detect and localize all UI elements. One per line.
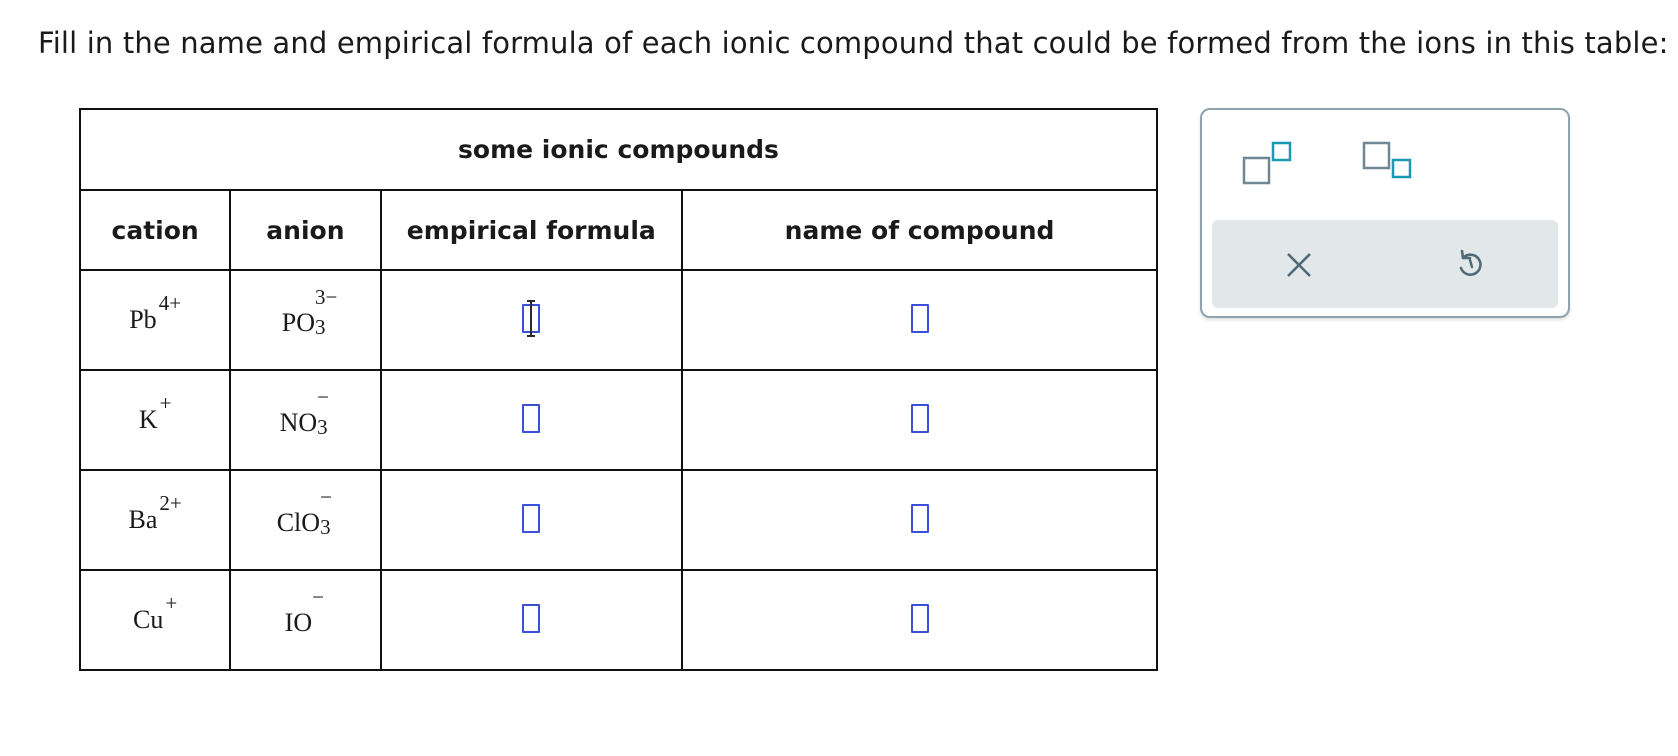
compound-name-input[interactable] xyxy=(910,603,929,633)
table-row: Ba2+ ClO − 3 xyxy=(78,469,1158,571)
cation-symbol: Cu xyxy=(133,605,164,634)
anion-subscript: 3 xyxy=(320,514,331,539)
subscript-icon xyxy=(1362,141,1412,179)
ionic-compounds-table: some ionic compounds cation anion empiri… xyxy=(78,108,1158,671)
anion-cell: ClO − 3 xyxy=(229,469,382,571)
anion-symbol: PO xyxy=(281,307,316,337)
anion-charge: − xyxy=(320,484,332,509)
close-icon xyxy=(1287,253,1311,277)
header-cation: cation xyxy=(78,189,232,271)
empirical-formula-cell xyxy=(379,369,684,471)
header-anion: anion xyxy=(229,189,382,271)
compound-name-cell xyxy=(681,369,1158,471)
compound-name-cell xyxy=(681,269,1158,371)
empirical-formula-cell xyxy=(379,469,684,571)
cation-formula: Pb4+ xyxy=(129,293,181,334)
cation-cell: Cu+ xyxy=(78,569,232,671)
tool-footer xyxy=(1212,220,1558,308)
table-row: K+ NO − 3 xyxy=(78,369,1158,471)
cation-cell: K+ xyxy=(78,369,232,471)
subscript-button[interactable] xyxy=(1362,140,1422,190)
anion-formula: ClO − 3 xyxy=(276,486,334,539)
cation-cell: Pb4+ xyxy=(78,269,232,371)
anion-symbol: ClO xyxy=(276,507,321,537)
formula-tool-panel xyxy=(1200,108,1570,318)
cation-symbol: Pb xyxy=(129,305,157,334)
cation-formula: Cu+ xyxy=(133,593,177,634)
anion-charge: − xyxy=(312,584,324,609)
empirical-formula-input[interactable] xyxy=(522,403,541,433)
cation-cell: Ba2+ xyxy=(78,469,232,571)
cation-symbol: Ba xyxy=(128,505,158,534)
anion-symbol: IO xyxy=(284,607,313,637)
undo-button[interactable] xyxy=(1452,246,1488,282)
compound-name-cell xyxy=(681,469,1158,571)
compound-name-input[interactable] xyxy=(910,303,929,333)
anion-subscript: 3 xyxy=(317,414,328,439)
anion-cell: IO − xyxy=(229,569,382,671)
anion-charge: − xyxy=(317,384,330,409)
cation-formula: K+ xyxy=(138,393,172,434)
superscript-button[interactable] xyxy=(1242,140,1302,190)
anion-formula: IO − xyxy=(284,586,326,637)
undo-icon xyxy=(1459,249,1482,276)
cation-charge: 2+ xyxy=(159,491,182,515)
anion-formula: PO 3− 3 xyxy=(281,286,338,339)
compound-name-input[interactable] xyxy=(910,503,929,533)
anion-formula: NO − 3 xyxy=(279,386,332,439)
empirical-formula-input[interactable] xyxy=(522,299,541,337)
empirical-formula-input[interactable] xyxy=(522,503,541,533)
header-empirical-formula: empirical formula xyxy=(379,189,684,271)
cation-charge: + xyxy=(159,391,172,415)
anion-subscript: 3 xyxy=(315,314,326,339)
anion-symbol: NO xyxy=(279,407,318,437)
question-prompt: Fill in the name and empirical formula o… xyxy=(38,26,1669,60)
anion-cell: PO 3− 3 xyxy=(229,269,382,371)
anion-cell: NO − 3 xyxy=(229,369,382,471)
empirical-formula-cell xyxy=(379,269,684,371)
superscript-icon xyxy=(1242,141,1292,185)
header-compound-name: name of compound xyxy=(681,189,1158,271)
cation-charge: + xyxy=(165,591,178,615)
table-title: some ionic compounds xyxy=(79,108,1158,191)
table-row: Cu+ IO − xyxy=(78,569,1158,671)
table-row: Pb4+ PO 3− 3 xyxy=(78,269,1158,371)
compound-name-cell xyxy=(681,569,1158,671)
empirical-formula-cell xyxy=(379,569,684,671)
anion-charge: 3− xyxy=(315,284,338,309)
cation-symbol: K xyxy=(138,405,158,434)
cation-charge: 4+ xyxy=(158,291,182,315)
compound-name-input[interactable] xyxy=(910,403,929,433)
empirical-formula-input[interactable] xyxy=(522,603,541,633)
clear-button[interactable] xyxy=(1282,248,1316,282)
cation-formula: Ba2+ xyxy=(128,493,182,534)
